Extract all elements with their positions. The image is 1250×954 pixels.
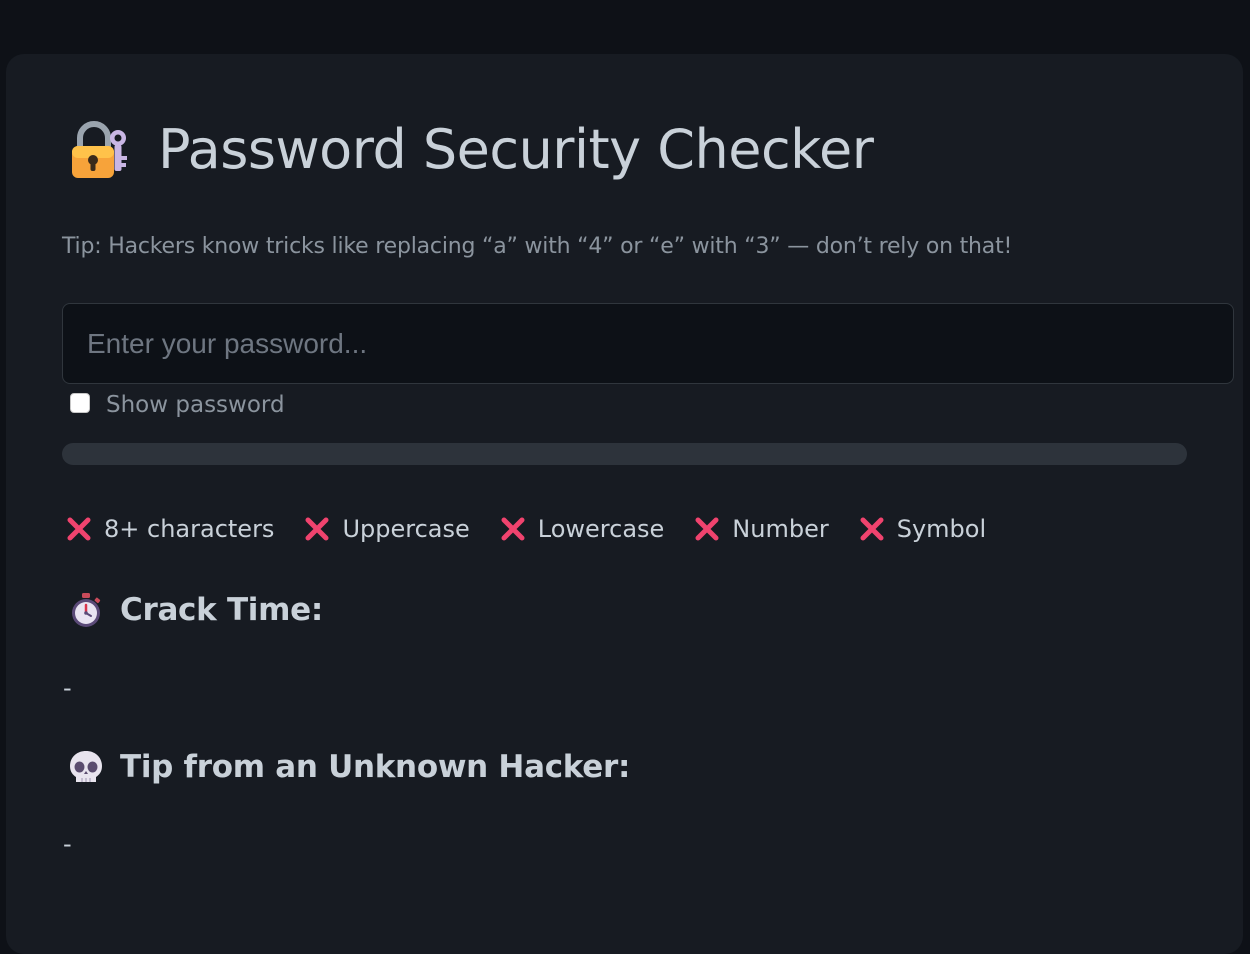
hacker-tip-heading: Tip from an Unknown Hacker: [66, 747, 630, 787]
page-title: Password Security Checker [158, 118, 874, 181]
locked-with-key-icon [72, 121, 127, 178]
criterion-uppercase: Uppercase [302, 514, 470, 544]
show-password-checkbox[interactable] [70, 393, 90, 413]
stopwatch-icon [72, 593, 101, 627]
cross-mark-icon [501, 517, 525, 541]
criterion-label: Symbol [896, 515, 987, 543]
show-password-toggle[interactable]: Show password [70, 392, 285, 418]
criteria-list: 8+ characters Uppercase Lowercase Number… [64, 514, 1014, 544]
cross-mark-icon [860, 517, 884, 541]
strength-meter [62, 443, 1187, 465]
skull-icon [70, 751, 102, 782]
crack-time-title: Crack Time: [120, 592, 323, 628]
show-password-label: Show password [106, 392, 285, 418]
criterion-label: Number [732, 515, 829, 543]
criterion-label: Uppercase [342, 515, 470, 543]
criterion-number: Number [692, 514, 829, 544]
hacker-tip-title: Tip from an Unknown Hacker: [120, 749, 631, 785]
cross-mark-icon [695, 517, 719, 541]
criterion-label: Lowercase [537, 515, 665, 543]
cross-mark-icon [67, 517, 91, 541]
page-header: Password Security Checker [68, 118, 874, 182]
crack-time-value: - [63, 674, 72, 702]
criterion-symbol: Symbol [857, 514, 986, 544]
crack-time-heading: Crack Time: [66, 590, 323, 630]
criterion-length: 8+ characters [64, 514, 274, 544]
criterion-label: 8+ characters [104, 515, 275, 543]
password-input[interactable] [62, 303, 1234, 384]
cross-mark-icon [305, 517, 329, 541]
criterion-lowercase: Lowercase [498, 514, 665, 544]
tip-text: Tip: Hackers know tricks like replacing … [62, 234, 1013, 259]
checker-card [6, 54, 1243, 954]
hacker-tip-value: - [63, 830, 72, 858]
